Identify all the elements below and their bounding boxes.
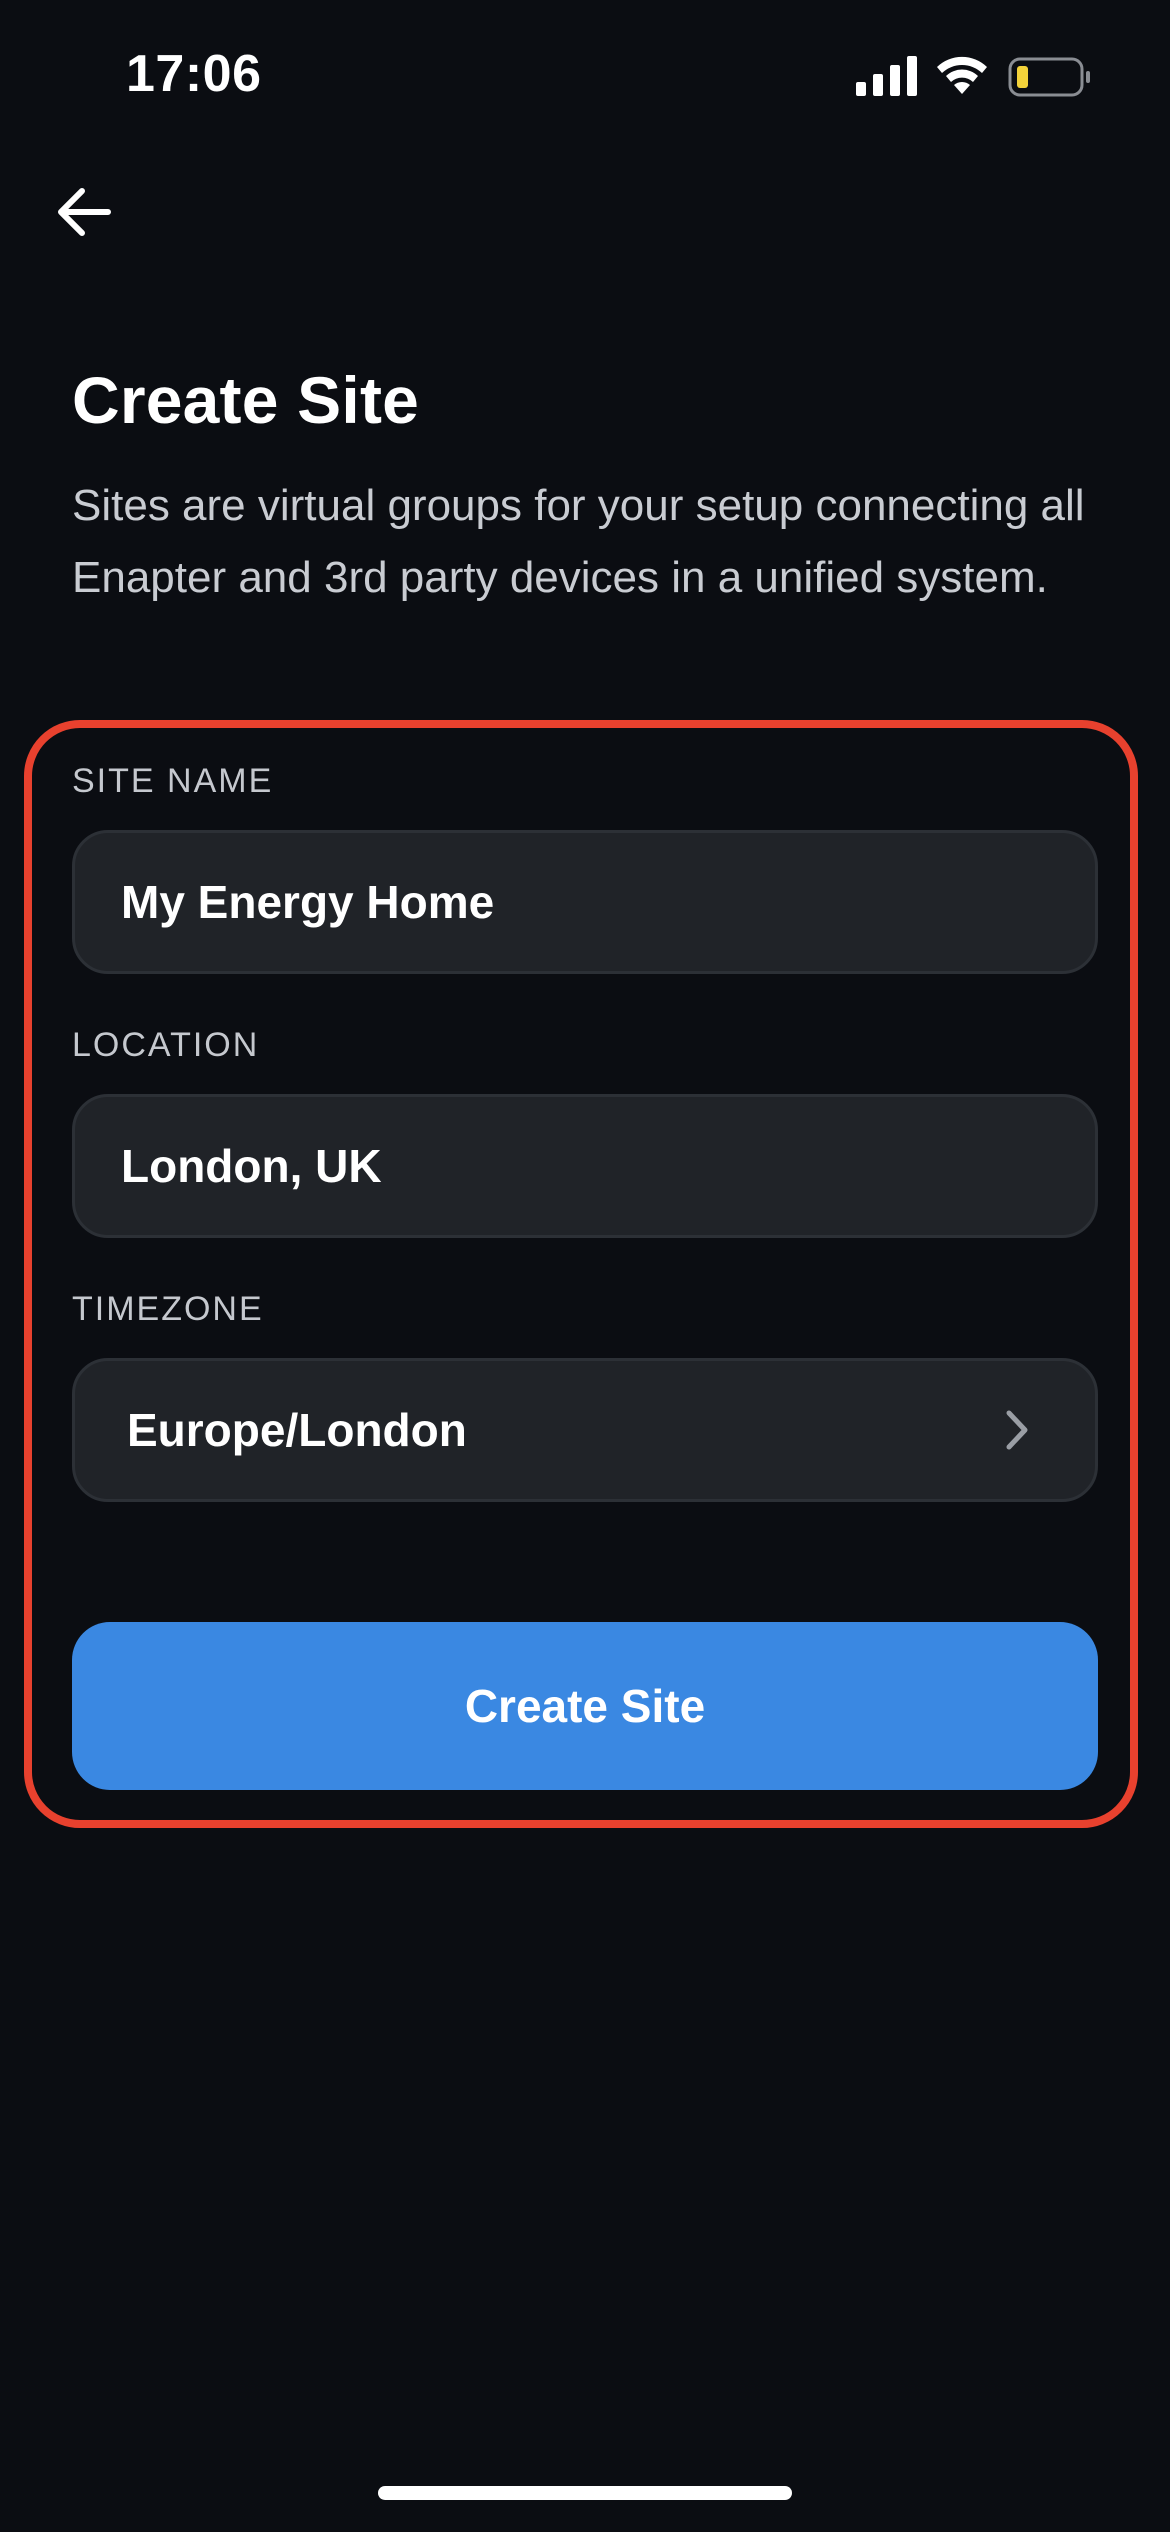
timezone-value: Europe/London: [127, 1404, 467, 1456]
create-site-button-label: Create Site: [464, 1680, 706, 1732]
page-description: Sites are virtual groups for your setup …: [72, 481, 1085, 602]
page-title: Create Site: [72, 363, 420, 437]
create-site-button[interactable]: Create Site: [72, 1622, 1098, 1790]
cellular-signal-icon: [856, 56, 917, 96]
arrow-left-icon: [58, 188, 111, 236]
back-button[interactable]: [44, 172, 124, 252]
home-indicator[interactable]: [378, 2486, 792, 2500]
site-name-input[interactable]: My Energy Home: [72, 830, 1098, 974]
status-time: 17:06: [126, 45, 262, 103]
timezone-label: TIMEZONE: [72, 1290, 264, 1328]
location-label: LOCATION: [72, 1026, 260, 1064]
battery-low-icon: [1008, 57, 1090, 97]
location-input[interactable]: London, UK: [72, 1094, 1098, 1238]
status-bar: 17:06: [0, 0, 1170, 150]
location-value: London, UK: [121, 1140, 382, 1192]
site-name-value: My Energy Home: [121, 876, 495, 928]
wifi-icon: [937, 56, 987, 94]
site-name-label: SITE NAME: [72, 762, 274, 800]
chevron-right-icon: [1006, 1410, 1028, 1450]
timezone-selector[interactable]: Europe/London: [72, 1358, 1098, 1502]
